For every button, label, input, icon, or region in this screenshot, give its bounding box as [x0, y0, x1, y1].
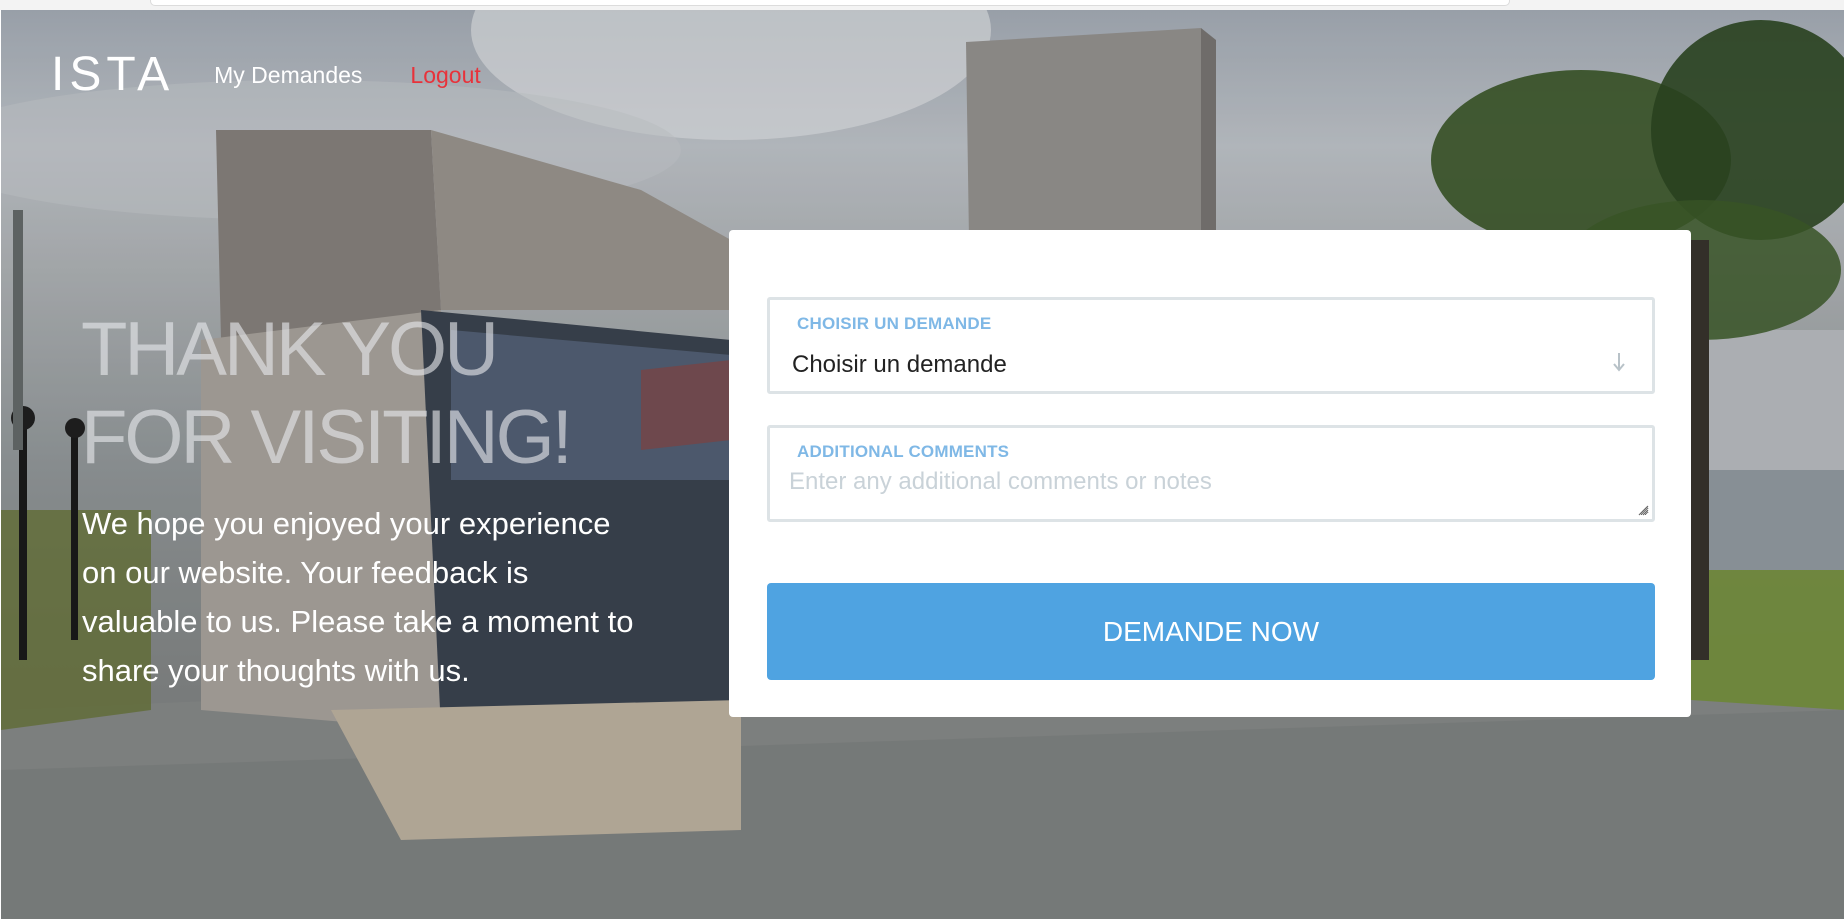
hero-headline-line1: THANK YOU	[81, 307, 499, 392]
nav-link-logout[interactable]: Logout	[410, 62, 480, 89]
arrow-down-icon[interactable]	[1610, 350, 1628, 374]
comments-textarea[interactable]	[789, 468, 1649, 516]
comments-field: ADDITIONAL COMMENTS	[767, 425, 1655, 522]
top-nav: ISTA My Demandes Logout	[51, 44, 529, 104]
hero-subtext: We hope you enjoyed your experience on o…	[82, 506, 634, 688]
address-bar[interactable]	[150, 0, 1510, 6]
demande-select-value[interactable]: Choisir un demande	[792, 351, 1007, 379]
hero-headline-line2: FOR VISITING!	[81, 395, 573, 480]
demande-now-button[interactable]: DEMANDE NOW	[767, 583, 1655, 680]
nav-link-my-demandes[interactable]: My Demandes	[214, 62, 362, 89]
hero-section: ISTA My Demandes Logout THANK YOU FOR VI…	[1, 10, 1844, 919]
browser-top-strip	[0, 0, 1844, 10]
demande-select[interactable]: CHOISIR UN DEMANDE Choisir un demande	[767, 297, 1655, 394]
demande-select-label: CHOISIR UN DEMANDE	[797, 314, 992, 333]
comments-label: ADDITIONAL COMMENTS	[797, 442, 1010, 461]
site-logo[interactable]: ISTA	[51, 47, 174, 102]
hero-headline: THANK YOU FOR VISITING!	[81, 306, 701, 482]
resize-handle-icon[interactable]	[1637, 504, 1649, 516]
demande-form-card: CHOISIR UN DEMANDE Choisir un demande AD…	[729, 230, 1691, 717]
